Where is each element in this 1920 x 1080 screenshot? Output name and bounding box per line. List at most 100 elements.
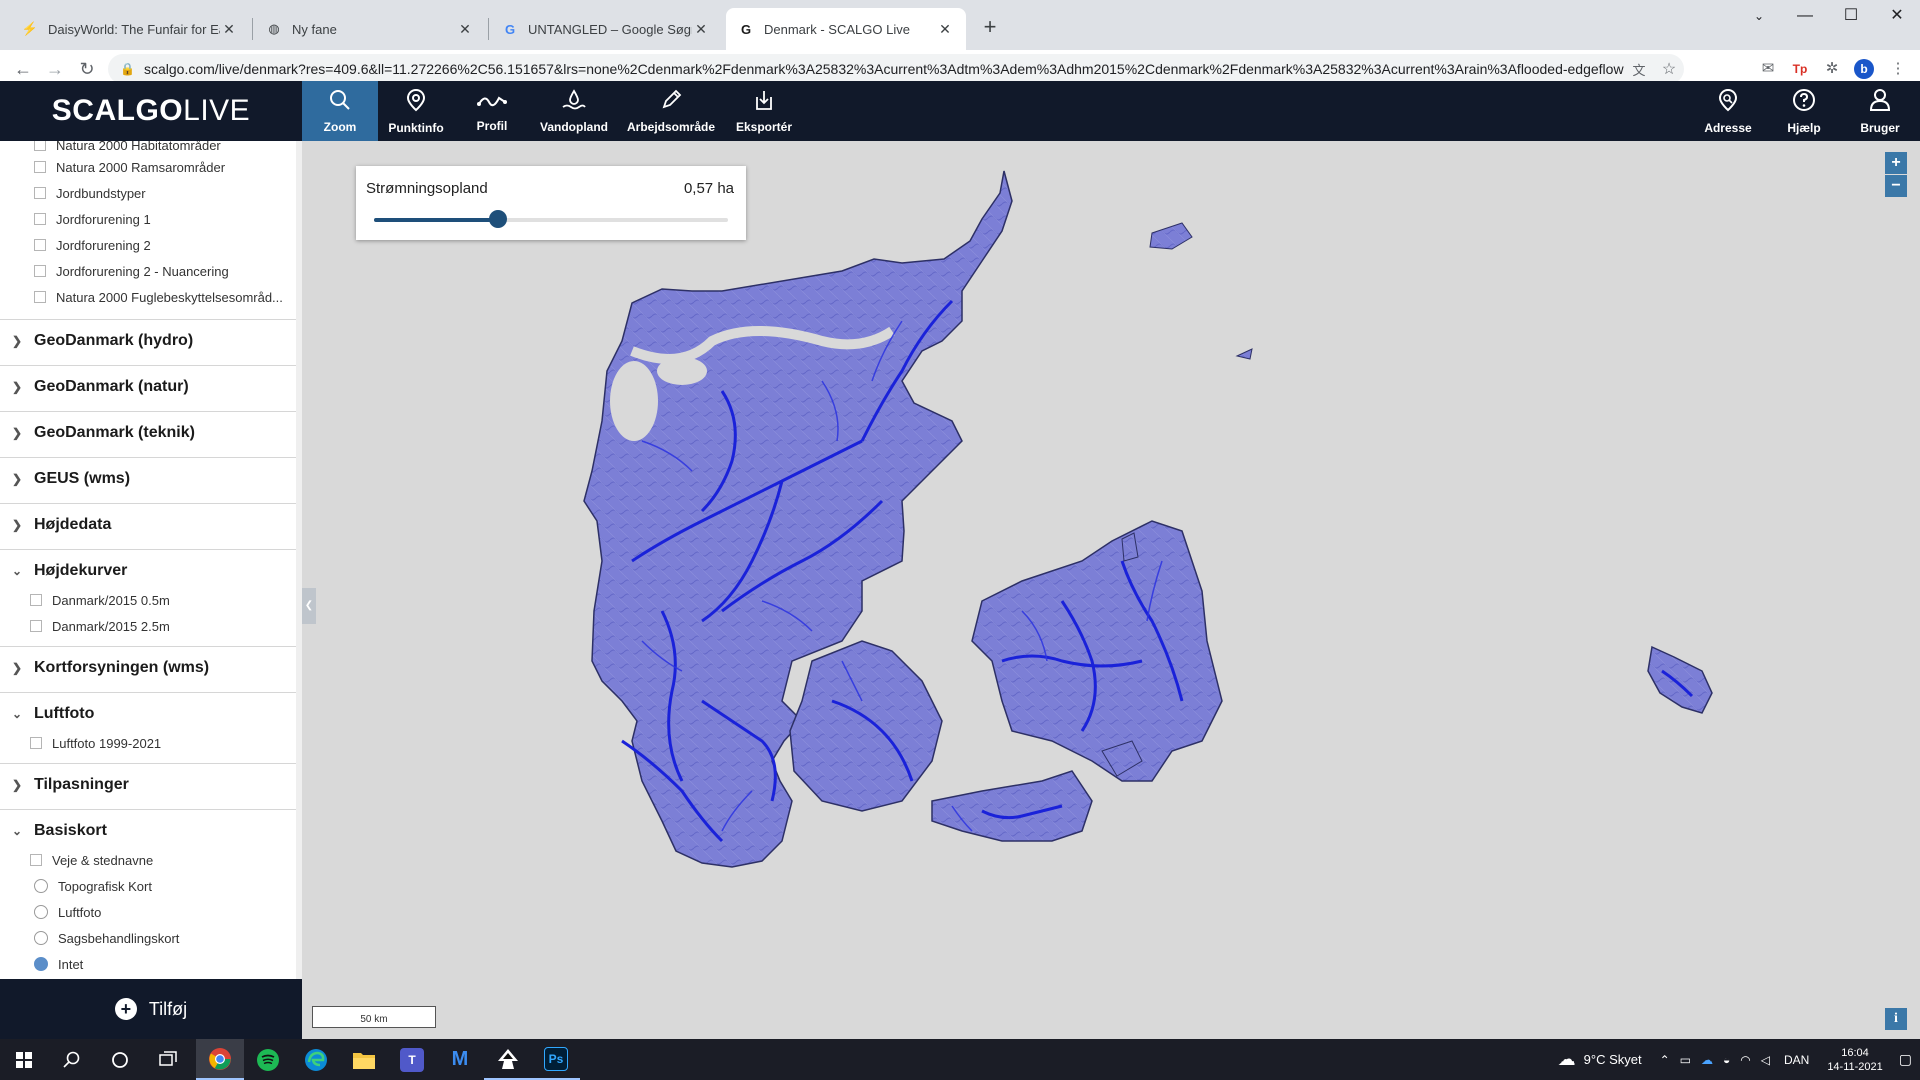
maximize-button[interactable]: ☐ xyxy=(1828,0,1874,32)
basemap-option[interactable]: Intet xyxy=(34,953,83,975)
extensions-puzzle-icon[interactable]: ✲ xyxy=(1820,57,1844,81)
bookmark-star-icon[interactable]: ☆ xyxy=(1654,59,1684,79)
close-icon[interactable]: ✕ xyxy=(456,21,474,38)
layer-item[interactable]: Jordforurening 1 xyxy=(34,208,151,230)
window-close-button[interactable]: ✕ xyxy=(1874,0,1920,32)
slider-thumb[interactable] xyxy=(488,210,507,228)
tab-ny-fane[interactable]: ◍ Ny fane ✕ xyxy=(254,8,486,50)
layer-item[interactable]: Jordforurening 2 - Nuancering xyxy=(34,260,229,282)
layer-item[interactable]: Jordforurening 2 xyxy=(34,234,151,256)
group-hojdekurver[interactable]: ⌄ Højdekurver xyxy=(0,549,296,593)
translate-icon[interactable]: 文 xyxy=(1624,60,1654,79)
volume-icon[interactable]: ◁ xyxy=(1761,1053,1770,1067)
edge-icon[interactable] xyxy=(292,1039,340,1080)
app-tray-icon[interactable]: ◒ xyxy=(1723,1053,1730,1067)
layer-item[interactable]: Luftfoto 1999-2021 xyxy=(30,732,161,754)
info-button[interactable]: i xyxy=(1885,1008,1907,1030)
radio-button-selected[interactable] xyxy=(34,957,48,971)
group-geus[interactable]: ❯ GEUS (wms) xyxy=(0,457,296,501)
forward-arrow-icon[interactable]: → xyxy=(42,56,68,82)
layer-item[interactable]: Veje & stednavne xyxy=(30,849,153,871)
basemap-option[interactable]: Luftfoto xyxy=(34,901,101,923)
group-basiskort[interactable]: ⌄ Basiskort xyxy=(0,809,296,853)
clock[interactable]: 16:04 14-11-2021 xyxy=(1827,1046,1882,1074)
close-icon[interactable]: ✕ xyxy=(692,21,710,38)
chrome-icon[interactable] xyxy=(196,1039,244,1080)
basemap-option[interactable]: Topografisk Kort xyxy=(34,875,152,897)
map-canvas[interactable] xyxy=(302,141,1920,1039)
tool-vandopland[interactable]: Vandopland xyxy=(530,81,618,141)
tool-bruger[interactable]: Bruger xyxy=(1842,81,1918,141)
tab-scalgo-live[interactable]: G Denmark - SCALGO Live ✕ xyxy=(726,8,966,50)
layer-checkbox[interactable] xyxy=(34,161,46,173)
file-explorer-icon[interactable] xyxy=(340,1039,388,1080)
layer-checkbox[interactable] xyxy=(30,854,42,866)
tool-arbejdsomraade[interactable]: Arbejdsområde xyxy=(618,81,724,141)
tool-eksporter[interactable]: Eksportér xyxy=(724,81,804,141)
chevron-up-icon[interactable]: ⌃ xyxy=(1660,1053,1670,1067)
layer-checkbox[interactable] xyxy=(34,187,46,199)
tool-punktinfo[interactable]: Punktinfo xyxy=(378,81,454,141)
layer-checkbox[interactable] xyxy=(34,213,46,225)
more-menu-icon[interactable]: ⋮ xyxy=(1886,57,1910,81)
reading-list-icon[interactable]: ✉ xyxy=(1756,57,1780,81)
reload-icon[interactable]: ↻ xyxy=(74,56,100,82)
radio-button[interactable] xyxy=(34,905,48,919)
basemap-option[interactable]: Sagsbehandlingskort xyxy=(34,927,179,949)
group-luftfoto[interactable]: ⌄ Luftfoto xyxy=(0,692,296,736)
tab-daisyworld[interactable]: ⚡ DaisyWorld: The Funfair for Earth ✕ xyxy=(10,8,250,50)
group-hojdedata[interactable]: ❯ Højdedata xyxy=(0,503,296,547)
weather-text[interactable]: 9°C Skyet xyxy=(1584,1052,1642,1067)
radio-button[interactable] xyxy=(34,931,48,945)
battery-icon[interactable]: ▭ xyxy=(1680,1053,1691,1067)
close-icon[interactable]: ✕ xyxy=(220,21,238,38)
windows-start-icon[interactable] xyxy=(0,1039,48,1080)
layer-item[interactable]: Jordbundstyper xyxy=(34,182,146,204)
group-geodanmark-hydro[interactable]: ❯ GeoDanmark (hydro) xyxy=(0,319,296,363)
search-icon[interactable] xyxy=(48,1039,96,1080)
tool-adresse[interactable]: Adresse xyxy=(1690,81,1766,141)
layer-item[interactable]: Natura 2000 Fuglebeskyttelsesområd... xyxy=(34,286,283,308)
group-kortforsyningen[interactable]: ❯ Kortforsyningen (wms) xyxy=(0,646,296,690)
profile-avatar[interactable]: b xyxy=(1854,59,1874,79)
scalgo-logo[interactable]: SCALGO LIVE xyxy=(0,81,302,141)
zoom-in-button[interactable]: + xyxy=(1885,152,1907,174)
zoom-out-button[interactable]: − xyxy=(1885,175,1907,197)
tool-profil[interactable]: Profil xyxy=(454,81,530,141)
layer-checkbox[interactable] xyxy=(30,620,42,632)
radio-button[interactable] xyxy=(34,879,48,893)
photoshop-icon[interactable]: Ps xyxy=(532,1039,580,1080)
teams-icon[interactable]: T xyxy=(388,1039,436,1080)
tool-hjaelp[interactable]: Hjælp xyxy=(1766,81,1842,141)
group-geodanmark-teknik[interactable]: ❯ GeoDanmark (teknik) xyxy=(0,411,296,455)
layer-checkbox[interactable] xyxy=(34,291,46,303)
back-arrow-icon[interactable]: ← xyxy=(10,56,36,82)
layer-item[interactable]: Danmark/2015 0.5m xyxy=(30,589,170,611)
layer-item[interactable]: Natura 2000 Ramsarområder xyxy=(34,156,225,178)
layer-checkbox[interactable] xyxy=(34,141,46,151)
close-icon[interactable]: ✕ xyxy=(936,21,954,38)
task-view-icon[interactable] xyxy=(144,1039,192,1080)
layer-checkbox[interactable] xyxy=(30,737,42,749)
group-geodanmark-natur[interactable]: ❯ GeoDanmark (natur) xyxy=(0,365,296,409)
extension-tp-icon[interactable]: Tp xyxy=(1788,57,1812,81)
tab-google-search[interactable]: G UNTANGLED – Google Søgning ✕ xyxy=(490,8,722,50)
group-tilpasninger[interactable]: ❯ Tilpasninger xyxy=(0,763,296,807)
url-input[interactable]: 🔒 scalgo.com/live/denmark?res=409.6&ll=1… xyxy=(108,54,1684,84)
wifi-icon[interactable]: ◠ xyxy=(1740,1053,1750,1067)
layer-item[interactable]: Natura 2000 Habitatområder xyxy=(34,141,221,156)
notification-icon[interactable]: ▢ xyxy=(1899,1051,1912,1068)
tab-search-icon[interactable]: ⌄ xyxy=(1736,0,1782,32)
collapse-sidebar-handle[interactable]: ❮ xyxy=(302,588,316,624)
layer-checkbox[interactable] xyxy=(34,265,46,277)
add-layer-button[interactable]: + Tilføj xyxy=(0,979,302,1039)
layer-checkbox[interactable] xyxy=(34,239,46,251)
app-m-icon[interactable]: M xyxy=(436,1039,484,1080)
spotify-icon[interactable] xyxy=(244,1039,292,1080)
tool-zoom[interactable]: Zoom xyxy=(302,81,378,141)
onedrive-icon[interactable]: ☁ xyxy=(1701,1053,1713,1067)
inkscape-icon[interactable] xyxy=(484,1039,532,1080)
cortana-icon[interactable] xyxy=(96,1039,144,1080)
layer-item[interactable]: Danmark/2015 2.5m xyxy=(30,615,170,637)
layer-checkbox[interactable] xyxy=(30,594,42,606)
